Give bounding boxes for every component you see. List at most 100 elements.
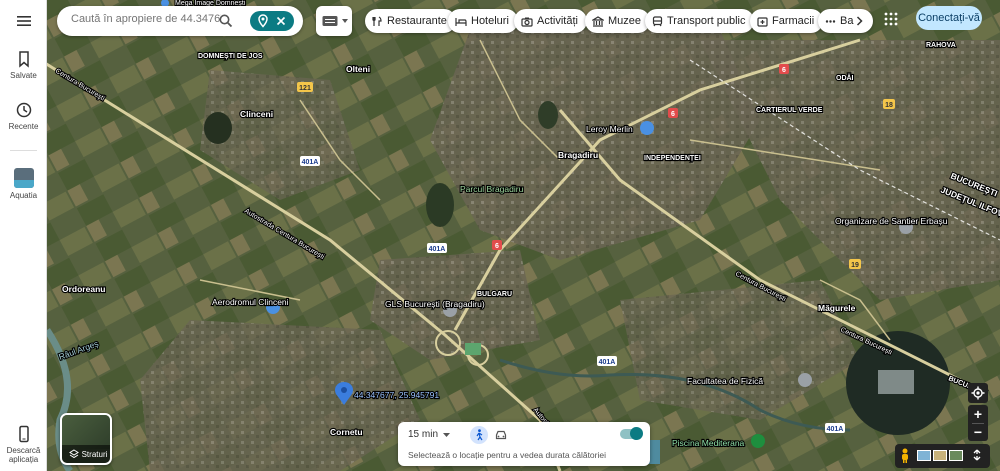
chip-label: Restaurante [387, 15, 447, 27]
chip-label: Muzee [608, 15, 642, 27]
bottom-toolbar [895, 444, 990, 468]
museum-icon [592, 15, 604, 27]
sidebar-item-recent[interactable]: Recente [0, 101, 47, 131]
pin-icon [258, 14, 268, 28]
map-type-button[interactable] [316, 6, 352, 36]
map-label-clinceni: Clinceni [240, 109, 273, 119]
car-icon[interactable] [495, 430, 507, 440]
sidebar-item-download-app[interactable]: Descarcă aplicația [0, 425, 47, 464]
road-shield-label: 18 [885, 102, 893, 109]
pegman-icon[interactable] [900, 448, 910, 464]
chip-label: Activități [537, 15, 578, 27]
map-label-independentei: INDEPENDENȚEI [644, 155, 701, 162]
layers-button[interactable]: Straturi [60, 413, 112, 465]
satellite-map[interactable]: 121 401A 401A 6 6 6 18 19 401A 401A DOMN… [0, 0, 1000, 471]
map-label-facultatea-de-fizica: Facultatea de Fizică [687, 376, 763, 386]
sign-in-button[interactable]: Conectați-vă [916, 6, 982, 30]
expand-icon[interactable] [971, 449, 983, 461]
layers-label: Straturi [81, 449, 108, 459]
road-shield-label: 401A [827, 426, 844, 433]
hotel-icon [455, 17, 467, 26]
camera-icon [521, 17, 533, 27]
map-label-aerodromul-clinceni: Aerodromul Clinceni [212, 297, 289, 307]
saved-place-thumbnail [13, 168, 34, 188]
chip-muzee[interactable]: Muzee [585, 9, 651, 33]
map-label-cornetu: Cornetu [330, 427, 363, 437]
road-shield-label: 6 [782, 67, 786, 74]
shopping-poi-icon[interactable] [640, 121, 654, 135]
map-label-bragadiru: Bragadiru [558, 150, 598, 160]
left-sidebar: Salvate Recente Aquatia Descarcă aplicaț… [0, 0, 47, 471]
sidebar-item-saved[interactable]: Salvate [0, 50, 47, 80]
chip-restaurante[interactable]: Restaurante [365, 9, 456, 33]
map-label-magurele: Măgurele [818, 303, 856, 313]
chip-transport-public[interactable]: Transport public [645, 9, 755, 33]
close-icon[interactable] [276, 16, 286, 26]
road-shield-label: 401A [302, 159, 319, 166]
travel-time-select[interactable]: 15 min [408, 429, 451, 440]
transit-icon [652, 15, 663, 26]
pool-poi-icon[interactable] [751, 434, 765, 448]
chip-farmacii[interactable]: Farmacii [750, 9, 824, 33]
imagery-thumbnail-3[interactable] [949, 450, 963, 461]
layers-thumbnail [62, 415, 110, 449]
chip-hoteluri[interactable]: Hoteluri [448, 9, 518, 33]
travel-time-hint: Selectează o locație pentru a vedea dura… [408, 450, 606, 460]
search-input[interactable] [71, 13, 221, 25]
hamburger-icon [16, 16, 31, 26]
chip-label: Transport public [667, 15, 746, 27]
chevron-down-icon [443, 432, 451, 437]
restaurant-icon [372, 15, 382, 26]
layers-icon [68, 449, 79, 459]
chip-label: Farmacii [772, 15, 815, 27]
sidebar-item-label: Salvate [10, 71, 37, 80]
pharmacy-icon [757, 16, 768, 27]
map-label-leroy-merlin: Leroy Merlin [586, 124, 633, 134]
divider [10, 150, 37, 151]
apps-grid-icon[interactable] [884, 12, 898, 26]
pin-coordinates-label: 44.347677, 25.945791 [354, 390, 439, 400]
sidebar-item-label: Recente [8, 122, 39, 131]
walking-mode-button[interactable] [470, 426, 488, 444]
chip-activitati[interactable]: Activități [514, 9, 587, 33]
chevron-down-icon [342, 19, 348, 23]
map-label-ordoreanu: Ordoreanu [62, 284, 105, 294]
chip-label: Hoteluri [471, 15, 509, 27]
map-label-gls-bucuresti: GLS București (Bragadiru) [385, 299, 485, 309]
travel-time-panel: 15 min Selectează o locație pentru a ved… [398, 422, 650, 466]
history-icon [16, 102, 31, 118]
road-shield-label: 401A [429, 246, 446, 253]
map-label-organizare-santier: Organizare de Santier Erbașu [835, 216, 948, 226]
search-box [57, 6, 303, 36]
phone-icon [18, 425, 29, 443]
sidebar-item-label: Aquatia [9, 191, 38, 200]
sidebar-item-aquatia[interactable]: Aquatia [0, 168, 47, 200]
sign-in-label: Conectați-vă [918, 12, 980, 24]
travel-time-value: 15 min [408, 429, 439, 440]
imagery-thumbnail-2[interactable] [933, 450, 947, 461]
more-icon [825, 19, 836, 23]
my-location-icon [971, 386, 985, 400]
map-label-rahova: RAHOVA [926, 42, 956, 49]
chip-label: Ba [840, 15, 854, 27]
map-label-parcul-bragadiru: Parcul Bragadiru [460, 184, 524, 194]
school-poi-icon[interactable] [798, 373, 812, 387]
my-location-button[interactable] [968, 383, 988, 403]
chevron-right-icon[interactable] [856, 16, 864, 26]
imagery-thumbnail-1[interactable] [917, 450, 931, 461]
walking-icon [476, 429, 483, 441]
search-icon[interactable] [219, 14, 233, 28]
travel-time-toggle[interactable] [620, 427, 643, 440]
road-shield-label: 6 [671, 111, 675, 118]
zoom-in-button[interactable]: + [968, 405, 988, 423]
directions-button[interactable] [250, 11, 294, 31]
menu-button[interactable] [0, 12, 47, 33]
road-shield-label: 401A [599, 359, 616, 366]
chip-more[interactable]: Ba [818, 9, 874, 33]
map-label-piscina-mediterana: Piscina Mediterana [672, 438, 745, 448]
map-label-olteni: Olteni [346, 64, 370, 74]
bookmark-icon [18, 51, 29, 68]
sidebar-item-label: Descarcă aplicația [6, 446, 41, 464]
zoom-out-button[interactable]: − [968, 423, 988, 441]
road-shield-label: 121 [299, 85, 311, 92]
